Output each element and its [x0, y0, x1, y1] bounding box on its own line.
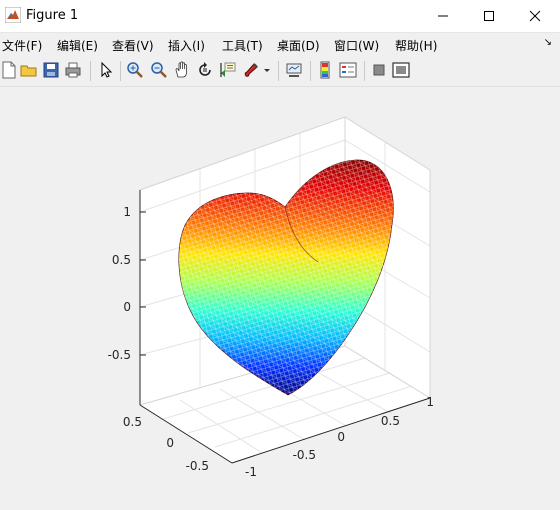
- rotate-3d-icon[interactable]: [196, 61, 214, 79]
- hide-plot-tools-icon[interactable]: [370, 61, 388, 79]
- data-cursor-icon[interactable]: [219, 61, 237, 79]
- maximize-button[interactable]: [466, 0, 512, 32]
- pan-hand-icon[interactable]: [173, 61, 191, 79]
- brush-icon[interactable]: [242, 61, 260, 79]
- title-bar: Figure 1: [0, 0, 560, 33]
- close-icon: [529, 10, 541, 22]
- toolbar-separator: [278, 61, 279, 81]
- z-tick-label: -0.5: [108, 348, 131, 362]
- menu-view[interactable]: 查看(V): [112, 37, 154, 54]
- close-button[interactable]: [512, 0, 558, 32]
- z-tick-label: 1: [123, 205, 131, 219]
- maximize-icon: [484, 11, 494, 21]
- new-figure-icon[interactable]: [0, 61, 18, 79]
- zoom-out-icon[interactable]: [150, 61, 168, 79]
- x-tick-label: 0: [337, 430, 345, 444]
- x-tick-label: 0.5: [381, 414, 400, 428]
- x-tick-label: -1: [245, 465, 257, 479]
- open-file-icon[interactable]: [20, 61, 38, 79]
- link-plot-icon[interactable]: [285, 61, 303, 79]
- y-tick-label: 0: [166, 436, 174, 450]
- menu-file[interactable]: 文件(F): [2, 37, 42, 54]
- menu-tools[interactable]: 工具(T): [222, 37, 263, 54]
- minimize-icon: [438, 15, 448, 17]
- z-tick-label: 0: [123, 300, 131, 314]
- z-tick-label: 0.5: [112, 253, 131, 267]
- matlab-logo-icon: [5, 7, 21, 23]
- menu-desktop[interactable]: 桌面(D): [277, 37, 320, 54]
- minimize-button[interactable]: [420, 0, 466, 32]
- menu-bar: 文件(F) 编辑(E) 查看(V) 插入(I) 工具(T) 桌面(D) 窗口(W…: [0, 33, 560, 55]
- y-tick-label: 0.5: [123, 415, 142, 429]
- menu-help[interactable]: 帮助(H): [395, 37, 437, 54]
- brush-dropdown-icon[interactable]: [262, 61, 272, 79]
- undock-arrow-icon[interactable]: ↘: [544, 37, 552, 48]
- show-plot-tools-icon[interactable]: [392, 61, 410, 79]
- toolbar-separator: [310, 61, 311, 81]
- figure-canvas[interactable]: 1 0.5 0 -0.5 0.5 0 -0.5 -1 -0.5 0 0.5 1: [0, 87, 560, 506]
- toolbar-separator: [364, 61, 365, 81]
- figure-toolbar: [0, 56, 560, 87]
- axes-3d[interactable]: 1 0.5 0 -0.5 0.5 0 -0.5 -1 -0.5 0 0.5 1: [0, 87, 560, 506]
- menu-window[interactable]: 窗口(W): [334, 37, 379, 54]
- menu-insert[interactable]: 插入(I): [168, 37, 205, 54]
- x-tick-label: 1: [426, 395, 434, 409]
- legend-icon[interactable]: [339, 61, 357, 79]
- pointer-icon[interactable]: [97, 61, 115, 79]
- zoom-in-icon[interactable]: [126, 61, 144, 79]
- menu-edit[interactable]: 编辑(E): [57, 37, 98, 54]
- x-tick-label: -0.5: [293, 448, 316, 462]
- colorbar-icon[interactable]: [316, 61, 334, 79]
- y-tick-label: -0.5: [186, 459, 209, 473]
- save-icon[interactable]: [42, 61, 60, 79]
- window-title: Figure 1: [26, 8, 79, 23]
- toolbar-separator: [120, 61, 121, 81]
- print-icon[interactable]: [64, 61, 82, 79]
- toolbar-separator: [90, 61, 91, 81]
